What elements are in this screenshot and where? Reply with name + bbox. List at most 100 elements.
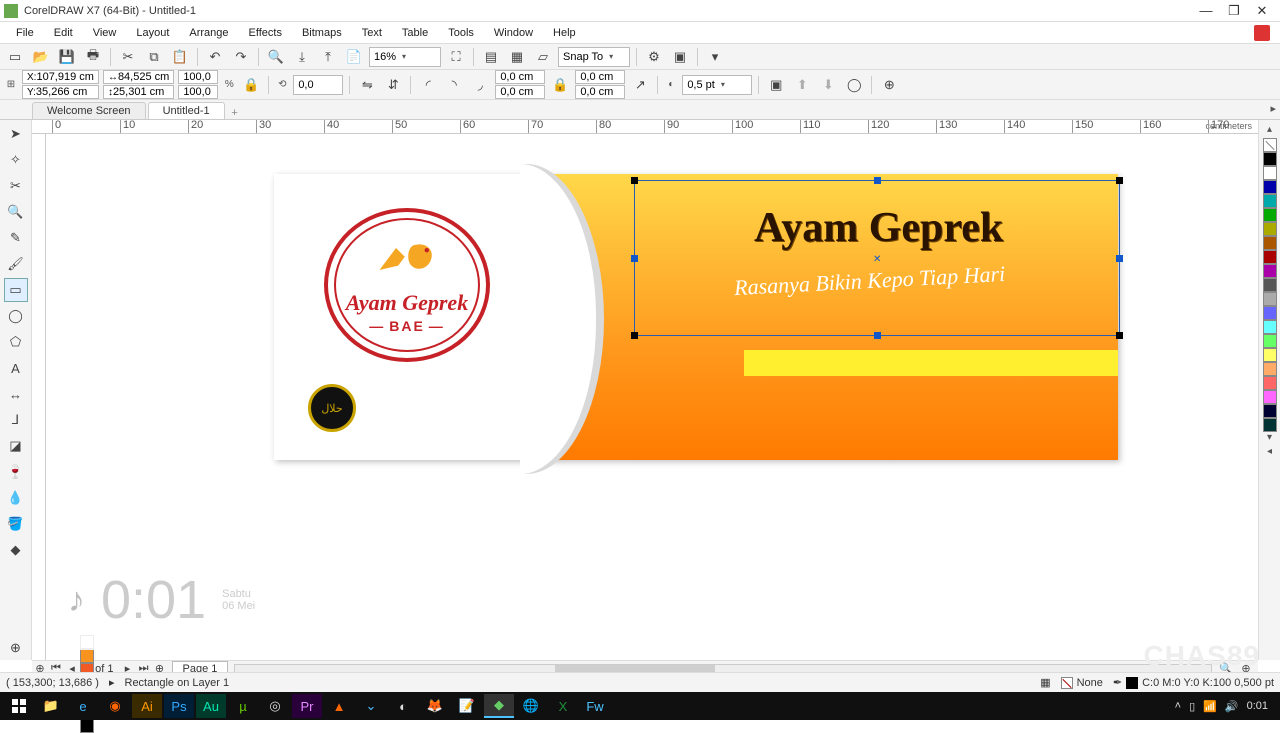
show-guidelines-button[interactable]: ▱: [532, 46, 554, 68]
swatch[interactable]: [1263, 278, 1277, 292]
menu-table[interactable]: Table: [392, 25, 438, 41]
doc-swatch[interactable]: [80, 649, 94, 663]
snap-combo[interactable]: Snap To▾: [558, 47, 630, 67]
menu-layout[interactable]: Layout: [126, 25, 179, 41]
shape-tool[interactable]: ✧: [4, 148, 28, 172]
tray-volume-icon[interactable]: 🔊: [1225, 700, 1239, 713]
pos-y-field[interactable]: Y: 35,266 cm: [22, 85, 99, 99]
swatch[interactable]: [1263, 306, 1277, 320]
swatch[interactable]: [1263, 292, 1277, 306]
tray-up-icon[interactable]: ˄: [1175, 700, 1181, 712]
taskbar-firefox[interactable]: 🦊: [420, 694, 450, 718]
yellow-bar-rect[interactable]: [744, 350, 1118, 376]
swatch[interactable]: [1263, 404, 1277, 418]
minimize-button[interactable]: —: [1192, 2, 1220, 20]
lock-ratio-button[interactable]: 🔒: [240, 74, 262, 96]
menu-effects[interactable]: Effects: [239, 25, 292, 41]
freehand-tool[interactable]: ✎: [4, 226, 28, 250]
menu-file[interactable]: File: [6, 25, 44, 41]
import-button[interactable]: ⤓: [291, 46, 313, 68]
corner4-field[interactable]: 0,0 cm: [575, 85, 625, 99]
tray-battery-icon[interactable]: ▯: [1189, 700, 1195, 713]
menu-bitmaps[interactable]: Bitmaps: [292, 25, 352, 41]
search-button[interactable]: 🔍: [265, 46, 287, 68]
tabs-scroll-icon[interactable]: ▸: [1270, 102, 1276, 115]
ellipse-tool[interactable]: ◯: [4, 304, 28, 328]
corner-lock-button[interactable]: 🔒: [549, 74, 571, 96]
undo-button[interactable]: ↶: [204, 46, 226, 68]
status-color-proof-icon[interactable]: ▦: [1040, 676, 1050, 689]
show-grid-button[interactable]: ▦: [506, 46, 528, 68]
taskbar-pr[interactable]: Pr: [292, 694, 322, 718]
quick-customize-button[interactable]: ⊕: [878, 74, 900, 96]
menu-view[interactable]: View: [83, 25, 127, 41]
palette-up-icon[interactable]: ▴: [1267, 124, 1272, 138]
menu-tools[interactable]: Tools: [438, 25, 484, 41]
fill-swatch-icon[interactable]: [1061, 677, 1073, 689]
taskbar-notepad[interactable]: 📝: [452, 694, 482, 718]
text-tool[interactable]: A: [4, 356, 28, 380]
outline-swatch-icon[interactable]: [1126, 677, 1138, 689]
menu-window[interactable]: Window: [484, 25, 543, 41]
pick-tool[interactable]: ➤: [4, 122, 28, 146]
swatch[interactable]: [1263, 390, 1277, 404]
tray-clock[interactable]: 0:01: [1247, 700, 1268, 712]
taskbar-ai[interactable]: Ai: [132, 694, 162, 718]
corner-chamfer-button[interactable]: ◞: [469, 74, 491, 96]
swatch[interactable]: [1263, 194, 1277, 208]
show-rulers-button[interactable]: ▤: [480, 46, 502, 68]
zoom-combo[interactable]: 16%▾: [369, 47, 441, 67]
swatch[interactable]: [1263, 362, 1277, 376]
palette-down-icon[interactable]: ▾: [1267, 432, 1272, 446]
launch-button[interactable]: ▣: [669, 46, 691, 68]
polygon-tool[interactable]: ⬠: [4, 330, 28, 354]
convert-curves-button[interactable]: ◯: [843, 74, 865, 96]
swatch[interactable]: [1263, 376, 1277, 390]
taskbar-utorrent[interactable]: µ: [228, 694, 258, 718]
selection-box[interactable]: ✕: [634, 180, 1120, 336]
new-button[interactable]: ▭: [4, 46, 26, 68]
artistic-media-tool[interactable]: 🖌: [4, 252, 28, 276]
taskbar-explorer[interactable]: 📁: [36, 694, 66, 718]
rectangle-tool[interactable]: ▭: [4, 278, 28, 302]
interactive-fill-tool[interactable]: 🪣: [4, 512, 28, 536]
ruler-horizontal[interactable]: centimeters 0102030405060708090100110120…: [32, 120, 1258, 134]
save-button[interactable]: 💾: [56, 46, 78, 68]
to-back-button[interactable]: ⬇: [817, 74, 839, 96]
doc-swatch[interactable]: [80, 719, 94, 733]
height-field[interactable]: ↕ 25,301 cm: [103, 85, 174, 99]
palette-flyout-icon[interactable]: ◂: [1267, 446, 1272, 460]
taskbar-steam[interactable]: ◐: [388, 694, 418, 718]
corner-scallop-button[interactable]: ◝: [443, 74, 465, 96]
drop-shadow-tool[interactable]: ◪: [4, 434, 28, 458]
swatch[interactable]: [1263, 236, 1277, 250]
redo-button[interactable]: ↷: [230, 46, 252, 68]
swatch[interactable]: [1263, 320, 1277, 334]
options-button[interactable]: ⚙: [643, 46, 665, 68]
account-icon[interactable]: [1254, 25, 1270, 41]
corner1-field[interactable]: 0,0 cm: [495, 70, 545, 84]
new-tab-button[interactable]: +: [227, 107, 243, 119]
width-field[interactable]: ↔ 84,525 cm: [103, 70, 174, 84]
tab-welcome[interactable]: Welcome Screen: [32, 102, 146, 119]
taskbar-origin[interactable]: ◉: [100, 694, 130, 718]
menu-help[interactable]: Help: [543, 25, 586, 41]
taskbar-vlc[interactable]: ▲: [324, 694, 354, 718]
taskbar-frontpage[interactable]: Fw: [580, 694, 610, 718]
quick-customize-toolbox[interactable]: ⊕: [4, 636, 28, 660]
wrap-text-button[interactable]: ▣: [765, 74, 787, 96]
parallel-dim-tool[interactable]: ↔: [4, 382, 28, 406]
swatch[interactable]: [1263, 222, 1277, 236]
taskbar-excel[interactable]: X: [548, 694, 578, 718]
scale-x-field[interactable]: 100,0: [178, 70, 218, 84]
zoom-tool[interactable]: 🔍: [4, 200, 28, 224]
menu-arrange[interactable]: Arrange: [179, 25, 238, 41]
app-launcher-button[interactable]: ▾: [704, 46, 726, 68]
mirror-h-button[interactable]: ⇋: [356, 74, 378, 96]
restore-button[interactable]: ❐: [1220, 2, 1248, 20]
connector-tool[interactable]: ⅃: [4, 408, 28, 432]
copy-button[interactable]: ⧉: [143, 46, 165, 68]
eyedropper-tool[interactable]: 💧: [4, 486, 28, 510]
smart-fill-tool[interactable]: ◆: [4, 538, 28, 562]
taskbar-ps[interactable]: Ps: [164, 694, 194, 718]
